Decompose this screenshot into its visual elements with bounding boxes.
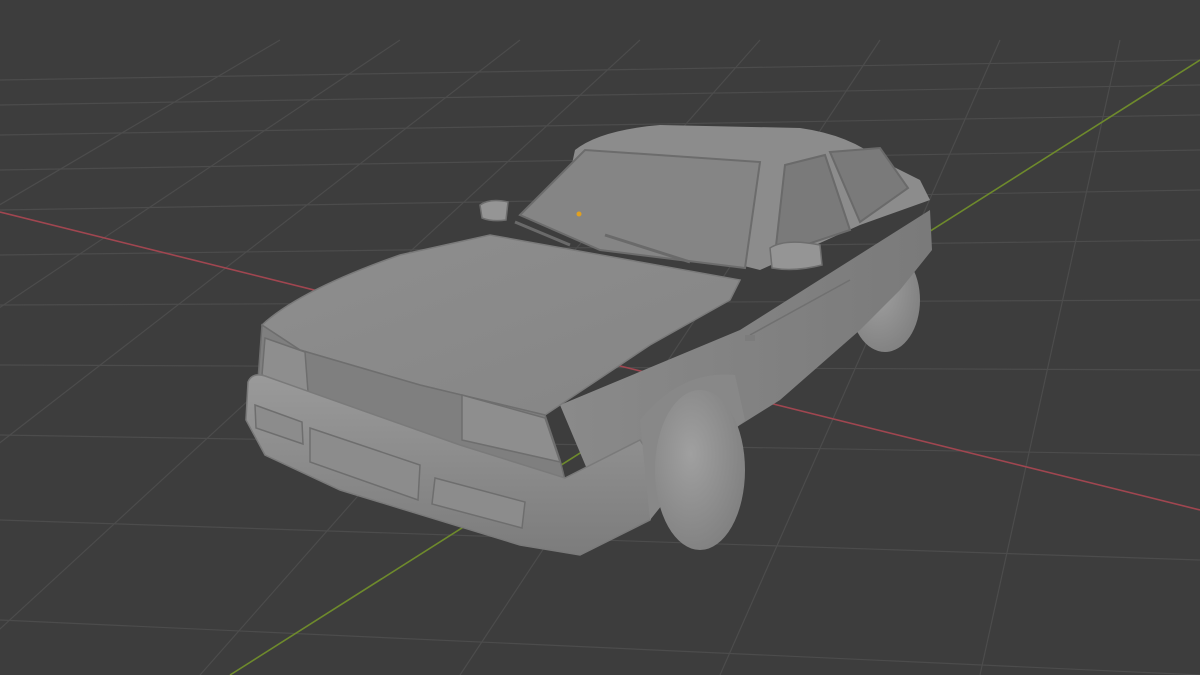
object-origin-point <box>576 211 582 217</box>
front-wheel <box>655 390 745 550</box>
car-model[interactable] <box>245 125 932 556</box>
mirror-left <box>479 199 509 222</box>
mirror-right <box>769 241 823 271</box>
fuel-cap <box>745 335 755 341</box>
3d-viewport[interactable] <box>0 0 1200 675</box>
viewport-canvas[interactable] <box>0 0 1200 675</box>
